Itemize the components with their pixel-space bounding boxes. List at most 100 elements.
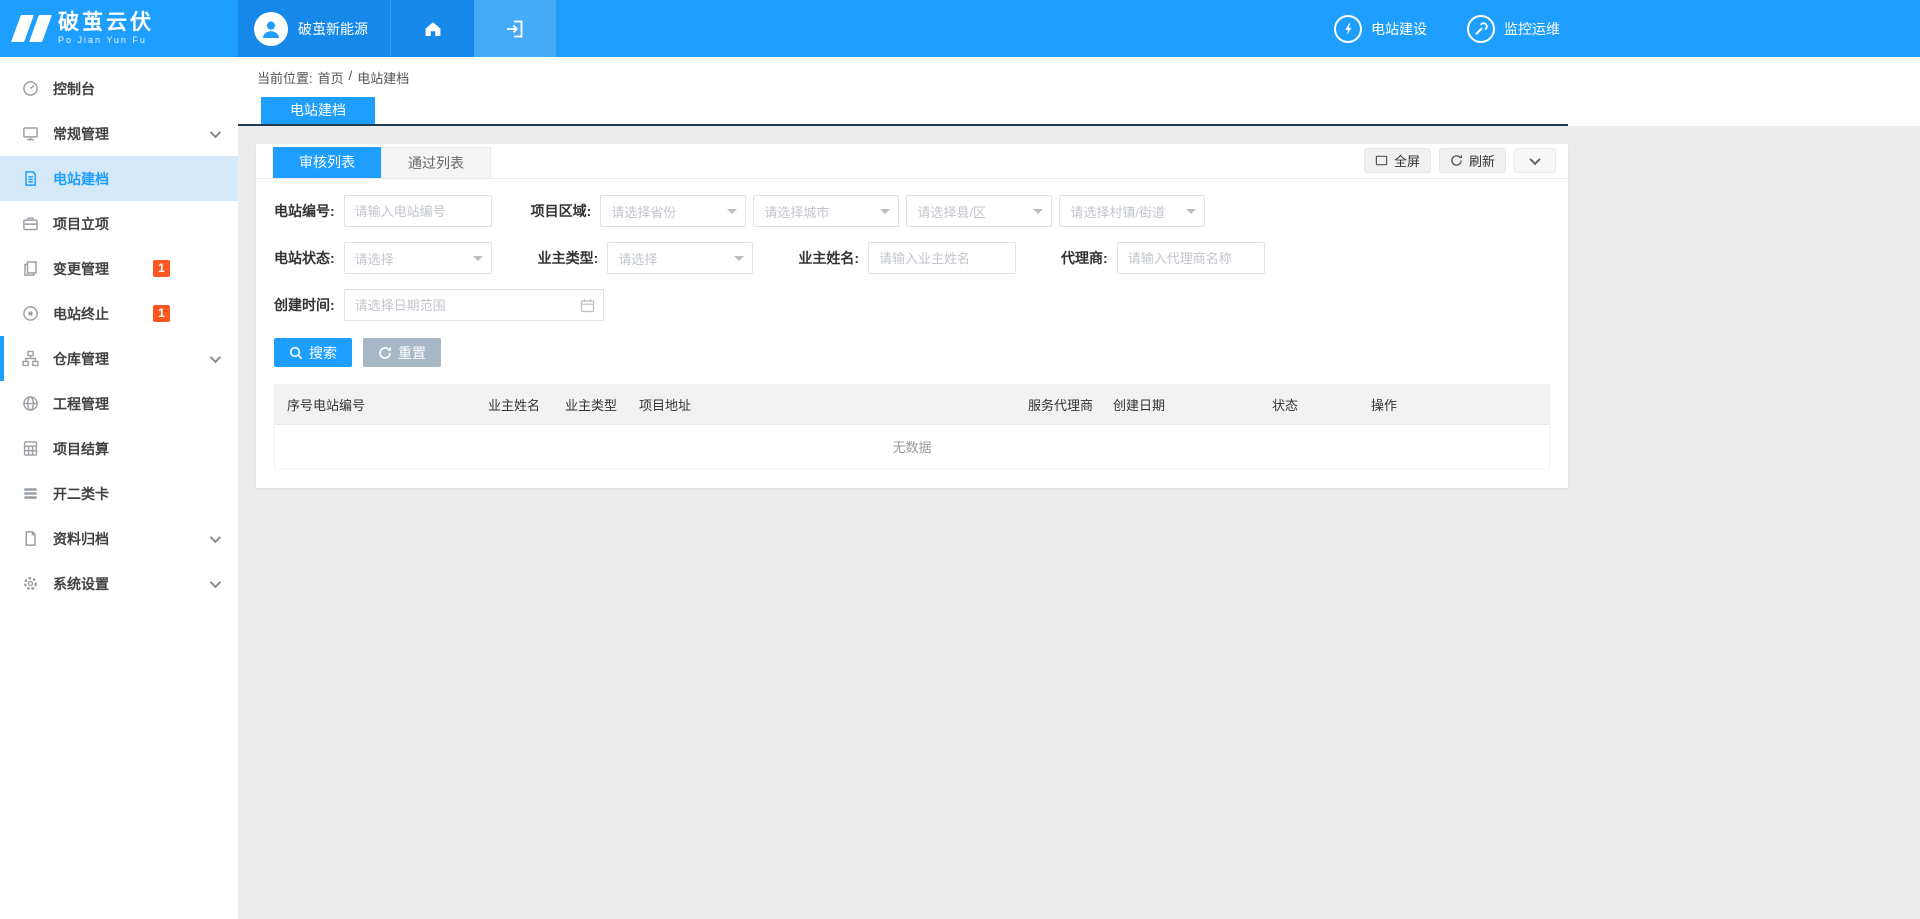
date-range-picker[interactable] <box>344 289 604 321</box>
created-time-label: 创建时间: <box>274 295 335 315</box>
breadcrumb-current: 电站建档 <box>357 68 409 87</box>
home-icon <box>423 19 443 39</box>
sidebar-item-label: 项目立项 <box>53 214 109 234</box>
breadcrumb-home-link[interactable]: 首页 <box>318 68 344 87</box>
owner-type-label: 业主类型: <box>538 248 599 268</box>
sidebar-item-label: 常规管理 <box>53 124 109 144</box>
fullscreen-button[interactable]: 全屏 <box>1364 148 1431 173</box>
station-status-value: 请选择 <box>355 249 394 268</box>
card-lines-icon <box>22 485 39 502</box>
tab-review-list[interactable]: 审核列表 <box>273 147 381 178</box>
owner-type-value: 请选择 <box>618 249 657 268</box>
content-card: 审核列表 通过列表 全屏 刷新 <box>256 144 1568 488</box>
sidebar-item-general-mgmt[interactable]: 常规管理 <box>0 111 238 156</box>
sidebar-item-station-termination[interactable]: 电站终止 1 <box>0 291 238 336</box>
province-select[interactable]: 请选择省份 <box>600 195 746 227</box>
col-service-agent: 服务代理商 <box>1028 395 1113 414</box>
col-actions: 操作 <box>1371 395 1549 414</box>
notification-badge: 1 <box>153 305 170 322</box>
filter-row-3: 创建时间: <box>274 289 1550 321</box>
reset-button-label: 重置 <box>398 343 426 363</box>
search-button[interactable]: 搜索 <box>274 338 352 367</box>
col-created-date: 创建日期 <box>1113 395 1272 414</box>
search-button-label: 搜索 <box>309 343 337 363</box>
refresh-label: 刷新 <box>1469 151 1495 170</box>
refresh-icon <box>1450 154 1463 167</box>
sidebar-item-data-archiving[interactable]: 资料归档 <box>0 516 238 561</box>
brand-subtitle: Po Jian Yun Fu <box>58 35 154 45</box>
briefcase-icon <box>22 215 39 232</box>
sidebar-item-label: 电站终止 <box>53 304 109 324</box>
tab-passed-list[interactable]: 通过列表 <box>381 147 491 178</box>
city-select[interactable]: 请选择城市 <box>753 195 899 227</box>
document-icon <box>22 170 39 187</box>
owner-type-select[interactable]: 请选择 <box>607 242 753 274</box>
sidebar-item-engineering-mgmt[interactable]: 工程管理 <box>0 381 238 426</box>
sidebar-item-warehouse-mgmt[interactable]: 仓库管理 <box>0 336 238 381</box>
col-seq: 序号 <box>275 395 313 414</box>
nav-monitoring-ops[interactable]: 监控运维 <box>1467 15 1560 43</box>
search-icon <box>289 346 303 360</box>
refresh-button[interactable]: 刷新 <box>1439 148 1506 173</box>
brand-logo: 破茧云伏 Po Jian Yun Fu <box>0 0 238 57</box>
col-owner-name: 业主姓名 <box>488 395 565 414</box>
sidebar-item-change-mgmt[interactable]: 变更管理 1 <box>0 246 238 291</box>
page-tab-strip: 电站建档 <box>238 97 1568 126</box>
sidebar-item-project-settlement[interactable]: 项目结算 <box>0 426 238 471</box>
nav-station-construction[interactable]: 电站建设 <box>1334 15 1427 43</box>
app-header: 破茧云伏 Po Jian Yun Fu 破茧新能源 <box>0 0 1920 57</box>
collapse-toggle-button[interactable] <box>1514 148 1556 173</box>
breadcrumb-prefix: 当前位置: <box>257 68 313 87</box>
chevron-down-icon <box>210 351 221 362</box>
gear-icon <box>22 575 39 592</box>
sidebar-item-label: 变更管理 <box>53 259 109 279</box>
sidebar-item-project-initiation[interactable]: 项目立项 <box>0 201 238 246</box>
sidebar-item-open-type2-card[interactable]: 开二类卡 <box>0 471 238 516</box>
col-owner-type: 业主类型 <box>565 395 639 414</box>
wrench-icon <box>1467 15 1495 43</box>
station-no-label: 电站编号: <box>274 201 335 221</box>
stop-circle-icon <box>22 305 39 322</box>
user-menu[interactable]: 破茧新能源 <box>238 0 390 57</box>
col-station-no: 电站编号 <box>313 395 488 414</box>
table-header-row: 序号 电站编号 业主姓名 业主类型 项目地址 服务代理商 创建日期 状态 操作 <box>275 385 1549 425</box>
page-tab-station-filing[interactable]: 电站建档 <box>261 97 375 124</box>
fullscreen-label: 全屏 <box>1394 151 1420 170</box>
reset-button[interactable]: 重置 <box>363 338 441 367</box>
town-select-value: 请选择村镇/街道 <box>1070 202 1165 221</box>
sidebar-item-label: 开二类卡 <box>53 484 109 504</box>
agent-input[interactable] <box>1117 242 1265 274</box>
filter-form: 电站编号: 项目区域: 请选择省份 请选择城市 请选择县/区 请选择村镇/街道 … <box>256 179 1568 321</box>
sidebar-item-station-filing[interactable]: 电站建档 <box>0 156 238 201</box>
logout-button[interactable] <box>474 0 556 57</box>
page-header-strip: 当前位置: 首页 / 电站建档 电站建档 <box>238 57 1920 126</box>
main-area: 当前位置: 首页 / 电站建档 电站建档 审核列表 通过列表 全屏 <box>238 57 1920 919</box>
county-select[interactable]: 请选择县/区 <box>906 195 1052 227</box>
sitemap-icon <box>22 350 39 367</box>
filter-row-2: 电站状态: 请选择 业主类型: 请选择 业主姓名: 代理商: <box>274 242 1550 274</box>
owner-name-input[interactable] <box>868 242 1016 274</box>
company-name: 破茧新能源 <box>298 19 368 39</box>
nav-label: 电站建设 <box>1371 19 1427 39</box>
home-button[interactable] <box>390 0 474 57</box>
avatar[interactable] <box>254 12 288 46</box>
chevron-down-icon <box>210 126 221 137</box>
sidebar-item-label: 电站建档 <box>53 169 109 189</box>
owner-name-label: 业主姓名: <box>798 248 859 268</box>
city-select-value: 请选择城市 <box>764 202 829 221</box>
globe-icon <box>22 395 39 412</box>
breadcrumb-separator: / <box>349 68 353 87</box>
agent-label: 代理商: <box>1061 248 1108 268</box>
sidebar-item-console[interactable]: 控制台 <box>0 66 238 111</box>
sidebar-item-system-settings[interactable]: 系统设置 <box>0 561 238 606</box>
station-no-input[interactable] <box>344 195 492 227</box>
date-range-input[interactable] <box>345 290 580 320</box>
user-icon <box>259 17 283 41</box>
brand-logo-icon <box>16 15 47 42</box>
notification-badge: 1 <box>153 260 170 277</box>
station-status-select[interactable]: 请选择 <box>344 242 492 274</box>
nav-label: 监控运维 <box>1504 19 1560 39</box>
filter-actions: 搜索 重置 <box>256 336 1568 368</box>
region-label: 项目区域: <box>531 201 592 221</box>
town-select[interactable]: 请选择村镇/街道 <box>1059 195 1205 227</box>
